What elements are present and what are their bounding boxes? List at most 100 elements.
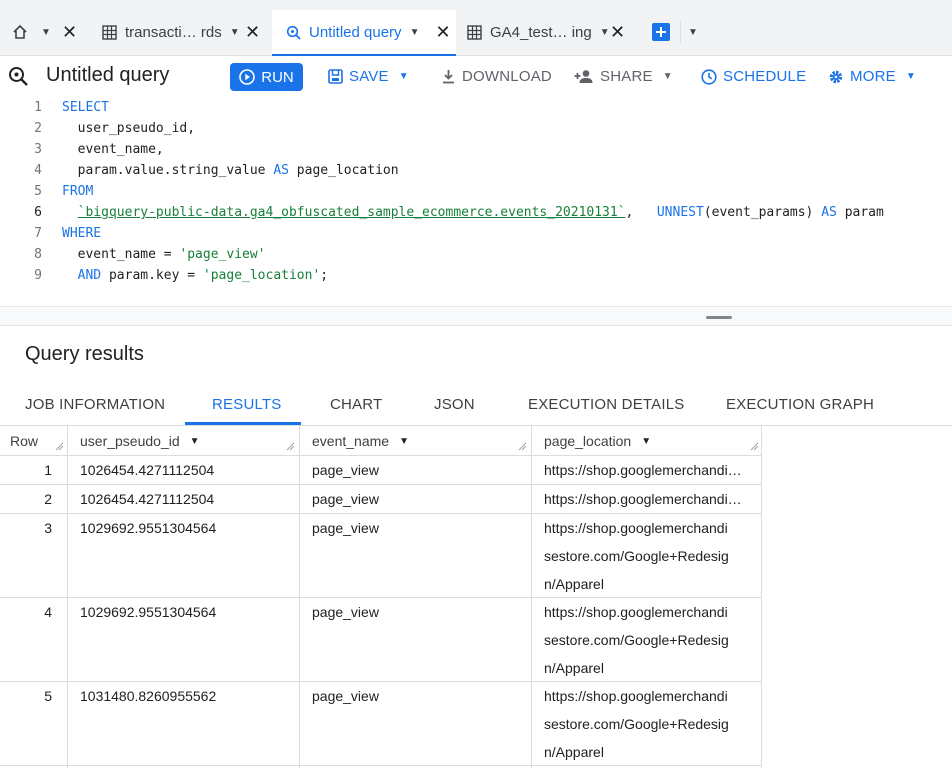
cell-event-name: page_view <box>312 520 379 536</box>
keyword-token: AS <box>273 163 289 178</box>
clock-icon <box>701 68 717 85</box>
tab-results[interactable]: RESULTS <box>212 396 281 413</box>
home-tab-menu-caret[interactable]: ▼ <box>41 10 51 54</box>
string-token: 'page_location' <box>202 268 321 283</box>
share-label: SHARE <box>600 68 653 85</box>
tab-job-information[interactable]: JOB INFORMATION <box>25 396 165 413</box>
code-text: WHERE <box>62 226 102 241</box>
keyword-token: AND <box>77 268 102 283</box>
more-label: MORE <box>850 68 896 85</box>
cell-text-line: n/Apparel <box>544 660 604 676</box>
table-row[interactable]: 1 1026454.4271112504 page_view https://shop… <box>0 456 762 485</box>
column-resize-icon[interactable] <box>518 442 527 451</box>
row-number: 5 <box>44 688 52 704</box>
cell-page-location: https://shop.googlemerchandi sestore.com/… <box>544 598 729 682</box>
column-header-event-name[interactable]: event_name ▼ <box>312 426 409 456</box>
column-header-user-pseudo-id[interactable]: user_pseudo_id ▼ <box>80 426 200 456</box>
add-box-icon <box>652 23 670 41</box>
tab-menu-caret[interactable]: ▼ <box>600 27 610 38</box>
function-token: UNNEST <box>656 205 704 220</box>
cell-event-name: page_view <box>312 491 379 507</box>
cell-page-location: https://shop.googlemerchandi sestore.com/… <box>544 514 729 598</box>
save-button[interactable]: SAVE ▼ <box>328 68 409 85</box>
cell-page-location: https://shop.googlemerchandi… <box>544 485 742 513</box>
cell-text-line: sestore.com/Google+Redesig <box>544 548 729 564</box>
schedule-button[interactable]: SCHEDULE <box>701 68 806 85</box>
person-add-icon <box>574 70 593 83</box>
column-header-label: page_location <box>544 433 632 449</box>
tab-close-icon[interactable]: ✕ <box>435 23 450 41</box>
table-row[interactable]: 5 1031480.8260955562 page_view https://shop… <box>0 682 762 766</box>
column-resize-icon[interactable] <box>286 442 295 451</box>
column-resize-icon[interactable] <box>55 442 64 451</box>
tab-ga4-test[interactable]: GA4_test… ing ▼ <box>467 10 610 54</box>
table-icon <box>102 24 117 40</box>
table-row[interactable]: 2 1026454.4271112504 page_view https://shop… <box>0 485 762 514</box>
table-reference-link[interactable]: `bigquery-public-data.ga4_obfuscated_sam… <box>78 205 626 220</box>
results-title: Query results <box>25 343 144 365</box>
cell-text-line: https://shop.googlemerchandi <box>544 604 728 620</box>
tab-json[interactable]: JSON <box>434 396 475 413</box>
column-header-label: user_pseudo_id <box>80 433 180 449</box>
cell-page-location: https://shop.googlemerchandi… <box>544 456 742 484</box>
row-number: 2 <box>44 491 52 507</box>
cell-text-line: n/Apparel <box>544 576 604 592</box>
code-token: param.value.string_value <box>62 163 274 178</box>
code-token: event_name = <box>62 247 180 262</box>
new-tab-button[interactable] <box>652 10 670 54</box>
code-text: user_pseudo_id, <box>62 121 196 136</box>
row-number: 4 <box>44 604 52 620</box>
tab-transactions[interactable]: transacti… rds ▼ <box>102 10 240 54</box>
table-header-row: Row user_pseudo_id ▼ event_name ▼ page_l… <box>0 426 762 456</box>
chevron-down-icon: ▼ <box>662 71 673 82</box>
column-header-page-location[interactable]: page_location ▼ <box>544 426 651 456</box>
share-button[interactable]: SHARE ▼ <box>574 68 673 85</box>
cell-event-name: page_view <box>312 688 379 704</box>
cell-text-line: sestore.com/Google+Redesig <box>544 632 729 648</box>
run-button[interactable]: RUN <box>230 63 303 91</box>
tab-execution-graph[interactable]: EXECUTION GRAPH <box>726 396 874 413</box>
home-tab-close-icon[interactable]: ✕ <box>62 10 77 54</box>
tab-untitled-query[interactable]: Untitled query ▼ ✕ <box>272 10 456 56</box>
sort-menu-icon[interactable]: ▼ <box>399 436 409 447</box>
more-button[interactable]: MORE ▼ <box>828 68 916 85</box>
line-number: 8 <box>34 247 42 262</box>
tab-menu-caret[interactable]: ▼ <box>230 27 240 38</box>
tab-close-icon[interactable]: ✕ <box>245 10 260 54</box>
table-row[interactable]: 3 1029692.9551304564 page_view https://shop… <box>0 514 762 598</box>
editor-line: 2 user_pseudo_id, <box>0 118 952 139</box>
query-icon <box>9 67 28 86</box>
save-icon <box>328 69 343 84</box>
line-number: 5 <box>34 184 42 199</box>
editor-line: 3 event_name, <box>0 139 952 160</box>
editor-resize-divider[interactable] <box>0 306 952 326</box>
drag-handle-icon[interactable] <box>706 316 732 319</box>
tab-chart[interactable]: CHART <box>330 396 382 413</box>
sort-menu-icon[interactable]: ▼ <box>641 436 651 447</box>
column-resize-icon[interactable] <box>750 442 759 451</box>
code-token: param <box>836 205 884 220</box>
results-tabs: JOB INFORMATION RESULTS CHART JSON EXECU… <box>0 384 952 426</box>
run-label: RUN <box>261 68 294 86</box>
table-icon <box>467 24 482 40</box>
sql-editor[interactable]: 1 SELECT 2 user_pseudo_id, 3 event_name,… <box>0 97 952 307</box>
editor-line: 5 FROM <box>0 181 952 202</box>
sort-menu-icon[interactable]: ▼ <box>190 436 200 447</box>
code-text: AND param.key = 'page_location'; <box>62 268 328 283</box>
tabs-overflow-caret[interactable]: ▼ <box>688 10 698 54</box>
schedule-label: SCHEDULE <box>723 68 807 85</box>
cell-user-pseudo-id: 1031480.8260955562 <box>80 688 217 704</box>
editor-line: 1 SELECT <box>0 97 952 118</box>
code-text: event_name = 'page_view' <box>62 247 266 262</box>
home-tab[interactable] <box>12 10 28 54</box>
tab-menu-caret[interactable]: ▼ <box>410 27 420 38</box>
tab-bar: ▼ ✕ transacti… rds ▼ ✕ Untitled query ▼ … <box>0 0 952 56</box>
table-row[interactable]: 4 1029692.9551304564 page_view https://shop… <box>0 598 762 682</box>
line-number: 2 <box>34 121 42 136</box>
column-header-label: event_name <box>312 433 390 449</box>
tab-close-icon[interactable]: ✕ <box>610 10 625 54</box>
download-button[interactable]: DOWNLOAD <box>441 68 552 85</box>
tab-execution-details[interactable]: EXECUTION DETAILS <box>528 396 684 413</box>
